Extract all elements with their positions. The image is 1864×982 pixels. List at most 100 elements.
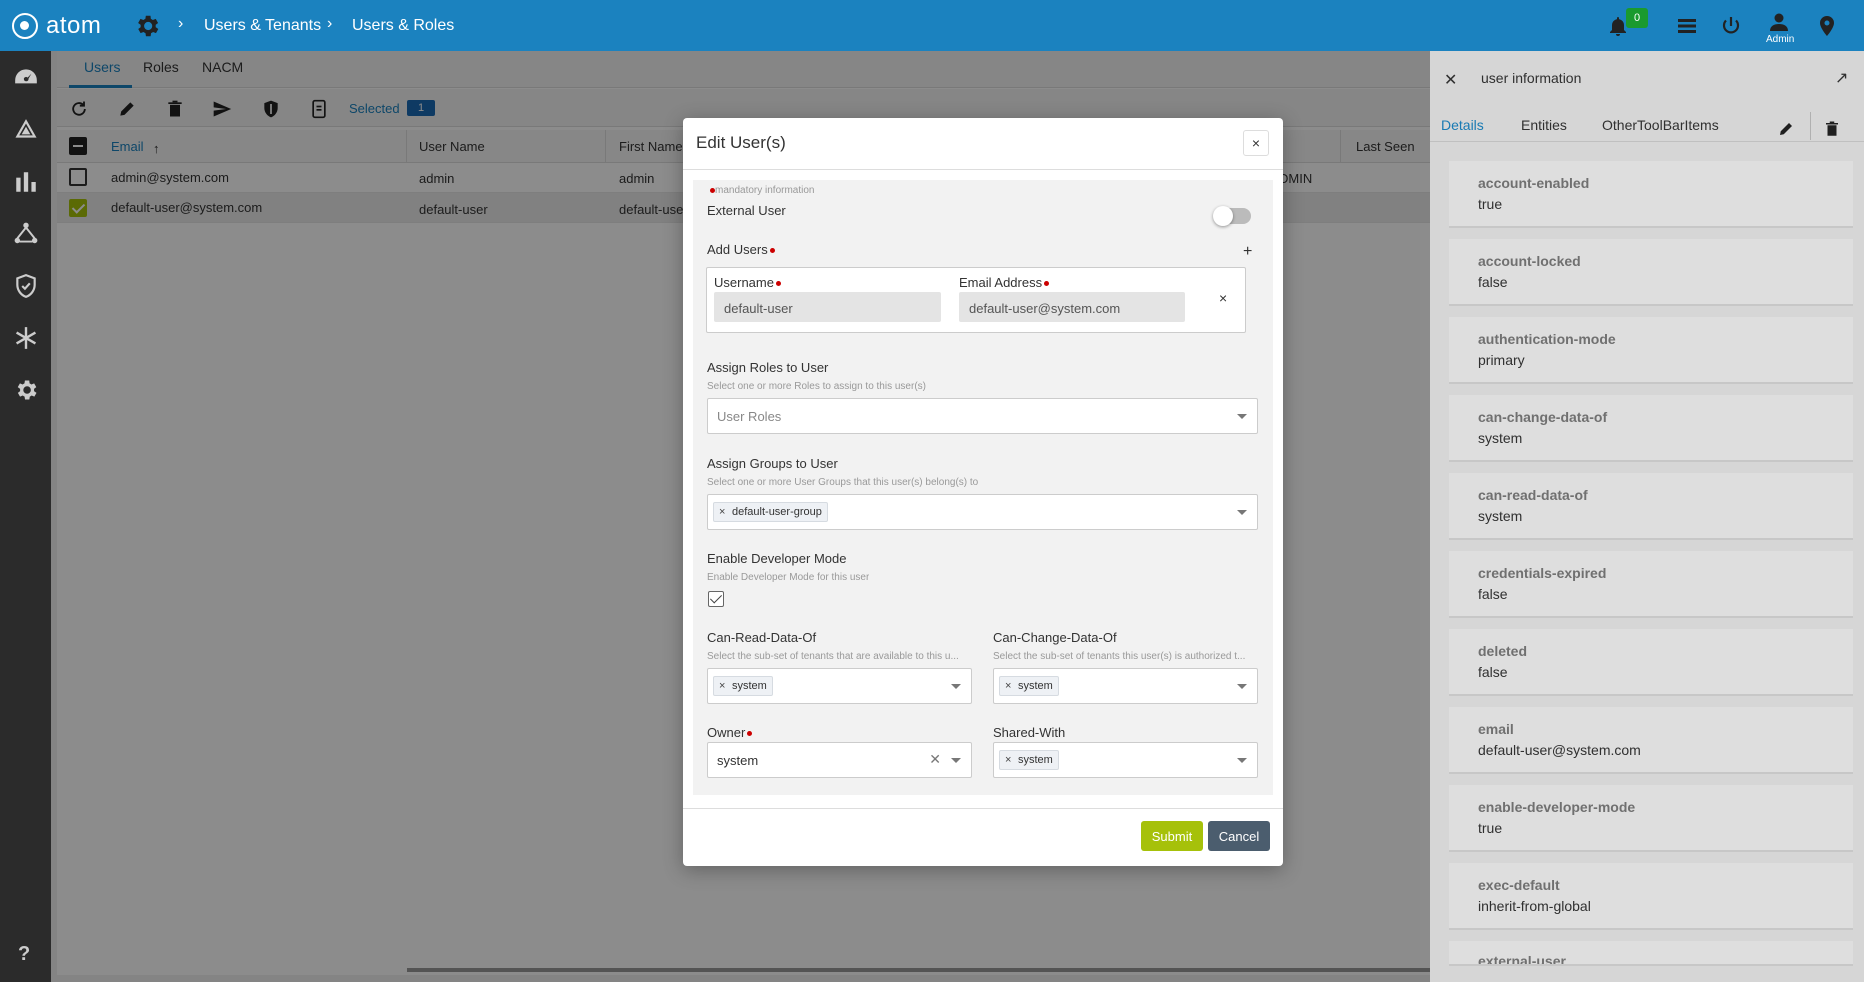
can-read-label: Can-Read-Data-Of: [707, 630, 817, 645]
top-bar: atom › Users & Tenants › Users & Roles 0…: [0, 0, 1864, 51]
user-icon[interactable]: [1767, 10, 1791, 34]
settings-icon[interactable]: [13, 377, 39, 403]
email-label-text: Email Address: [959, 275, 1043, 290]
detail-key: deleted: [1478, 643, 1528, 659]
chevron-down-icon[interactable]: [951, 758, 961, 763]
detail-card: exec-default inherit-from-global: [1449, 863, 1853, 930]
settings-gear-icon[interactable]: [133, 12, 161, 40]
tab-divider: [1430, 141, 1864, 142]
notification-badge: 0: [1626, 8, 1648, 28]
chevron-down-icon[interactable]: [1237, 414, 1247, 419]
edit-icon[interactable]: [1777, 120, 1795, 138]
logo-icon: [12, 13, 38, 39]
roles-placeholder: User Roles: [717, 409, 782, 424]
detail-key: authentication-mode: [1478, 331, 1616, 347]
username-field[interactable]: default-user: [714, 292, 941, 322]
mandatory-note: mandatory information: [708, 185, 815, 196]
panel-title: user information: [1481, 70, 1582, 86]
developer-mode-checkbox[interactable]: [708, 591, 724, 607]
topology-icon[interactable]: [13, 221, 39, 247]
can-read-select[interactable]: × system: [707, 668, 972, 704]
groups-select[interactable]: × default-user-group: [707, 494, 1258, 530]
email-label: Email Address: [959, 275, 1050, 290]
dashboard-icon[interactable]: [13, 65, 39, 91]
cancel-button[interactable]: Cancel: [1208, 821, 1270, 851]
groups-hint: Select one or more User Groups that this…: [707, 477, 979, 488]
app-logo[interactable]: atom: [12, 12, 101, 40]
owner-select[interactable]: system ✕: [707, 742, 972, 778]
tenant-chip-text: system: [1018, 754, 1053, 766]
detail-key: can-change-data-of: [1478, 409, 1608, 425]
add-user-plus-icon[interactable]: +: [1243, 243, 1252, 261]
left-nav: ?: [0, 51, 51, 982]
shared-with-label: Shared-With: [993, 725, 1066, 740]
mandatory-note-text: mandatory information: [715, 185, 815, 196]
detail-value: false: [1478, 274, 1508, 290]
detail-card: credentials-expired false: [1449, 551, 1853, 618]
detail-value: default-user@system.com: [1478, 742, 1641, 758]
dialog-close-button[interactable]: ×: [1243, 130, 1269, 156]
chevron-down-icon[interactable]: [1237, 684, 1247, 689]
detail-value: primary: [1478, 352, 1525, 368]
can-change-select[interactable]: × system: [993, 668, 1258, 704]
bar-chart-icon[interactable]: [13, 169, 39, 195]
owner-label-text: Owner: [707, 725, 746, 740]
tab-entities[interactable]: Entities: [1521, 117, 1567, 133]
submit-button[interactable]: Submit: [1141, 821, 1203, 851]
clear-icon[interactable]: ✕: [929, 751, 941, 768]
location-pin-icon[interactable]: [1815, 14, 1839, 38]
chevron-down-icon[interactable]: [1237, 758, 1247, 763]
tenant-chip: × system: [999, 676, 1059, 696]
detail-value: true: [1478, 196, 1503, 212]
detail-value: system: [1478, 508, 1523, 524]
breadcrumb-item-users-tenants[interactable]: Users & Tenants: [204, 17, 321, 35]
toolbar-divider: [1810, 112, 1811, 140]
chip-remove-icon[interactable]: ×: [719, 503, 725, 521]
can-change-hint: Select the sub-set of tenants this user(…: [993, 651, 1246, 662]
expand-icon[interactable]: ↗: [1835, 68, 1848, 88]
tab-other-toolbar-items[interactable]: OtherToolBarItems: [1602, 117, 1719, 133]
detail-card: can-change-data-of system: [1449, 395, 1853, 462]
roles-select[interactable]: User Roles: [707, 398, 1258, 434]
list-icon[interactable]: [1675, 14, 1699, 38]
developer-mode-label: Enable Developer Mode: [707, 551, 847, 566]
tab-details[interactable]: Details: [1441, 117, 1484, 133]
detail-value: system: [1478, 430, 1523, 446]
close-icon[interactable]: ✕: [1444, 70, 1457, 90]
detail-value: false: [1478, 664, 1508, 680]
user-label: Admin: [1766, 34, 1795, 45]
external-user-toggle[interactable]: [1213, 206, 1251, 226]
breadcrumb-chevron-icon: ›: [327, 15, 333, 32]
help-icon[interactable]: ?: [18, 943, 30, 966]
breadcrumb-item-users-roles[interactable]: Users & Roles: [352, 17, 454, 35]
remove-row-icon[interactable]: ×: [1219, 290, 1227, 306]
roles-label: Assign Roles to User: [707, 360, 829, 375]
detail-value: inherit-from-global: [1478, 898, 1591, 914]
shared-with-select[interactable]: × system: [993, 742, 1258, 778]
email-field[interactable]: default-user@system.com: [959, 292, 1185, 322]
chip-remove-icon[interactable]: ×: [719, 677, 725, 695]
developer-mode-hint: Enable Developer Mode for this user: [707, 572, 870, 583]
detail-key: credentials-expired: [1478, 565, 1607, 581]
detail-card: can-read-data-of system: [1449, 473, 1853, 540]
dialog-header: Edit User(s) ×: [683, 118, 1283, 170]
detail-value: true: [1478, 820, 1503, 836]
snowflake-icon[interactable]: [13, 325, 39, 351]
delete-icon[interactable]: [1823, 120, 1841, 138]
power-icon[interactable]: [1719, 14, 1743, 38]
chevron-down-icon[interactable]: [951, 684, 961, 689]
tenant-chip-text: system: [732, 680, 767, 692]
chevron-down-icon[interactable]: [1237, 510, 1247, 515]
detail-key: email: [1478, 721, 1514, 737]
group-chip-text: default-user-group: [732, 506, 822, 518]
shield-icon[interactable]: [13, 273, 39, 299]
roles-hint: Select one or more Roles to assign to th…: [707, 381, 926, 392]
stack-icon[interactable]: [13, 117, 39, 143]
required-marker: [747, 731, 753, 737]
add-users-text: Add Users: [707, 242, 768, 257]
detail-card: email default-user@system.com: [1449, 707, 1853, 774]
chip-remove-icon[interactable]: ×: [1005, 751, 1011, 769]
chip-remove-icon[interactable]: ×: [1005, 677, 1011, 695]
groups-label: Assign Groups to User: [707, 456, 838, 471]
detail-card: account-enabled true: [1449, 161, 1853, 228]
